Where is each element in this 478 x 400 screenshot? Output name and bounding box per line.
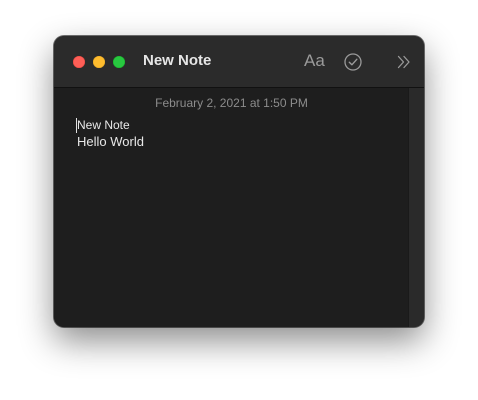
minimize-button[interactable] <box>93 56 105 68</box>
note-timestamp: February 2, 2021 at 1:50 PM <box>155 96 308 110</box>
checkmark-circle-icon <box>344 53 362 71</box>
vertical-scrollbar[interactable] <box>408 88 424 327</box>
close-button[interactable] <box>73 56 85 68</box>
notes-window: New Note Aa February 2, 2021 at 1:50 PM … <box>54 36 424 327</box>
note-text-line[interactable]: Hello World <box>77 134 144 149</box>
more-button[interactable] <box>396 54 412 70</box>
double-chevron-right-icon <box>397 55 410 69</box>
note-text-line[interactable]: New Note <box>77 118 130 132</box>
window-title: New Note <box>143 52 212 69</box>
title-bar[interactable]: New Note Aa <box>54 36 424 88</box>
note-editor[interactable]: February 2, 2021 at 1:50 PM New Note Hel… <box>54 88 409 327</box>
checklist-button[interactable] <box>343 52 363 72</box>
zoom-button[interactable] <box>113 56 125 68</box>
format-button[interactable]: Aa <box>304 51 325 71</box>
